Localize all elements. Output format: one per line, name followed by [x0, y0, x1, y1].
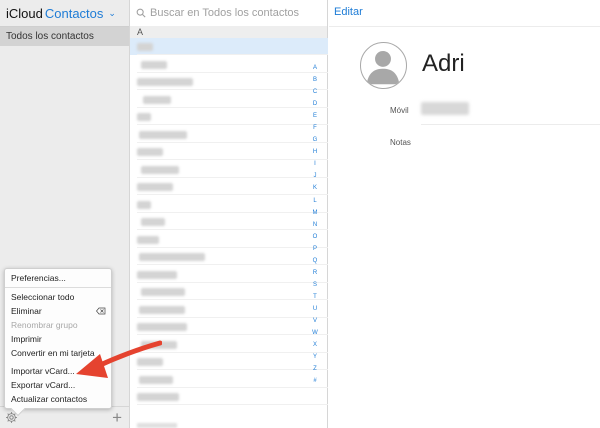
contact-name-redacted	[137, 183, 173, 191]
contact-name-redacted	[137, 200, 151, 209]
index-letter[interactable]: I	[310, 158, 320, 170]
index-letter[interactable]: S	[310, 279, 320, 291]
index-letter[interactable]: #	[310, 375, 320, 387]
contact-row[interactable]	[130, 196, 328, 213]
menu-item-delete-label: Eliminar	[11, 306, 42, 316]
contact-name-redacted	[139, 130, 187, 139]
contact-name-redacted	[139, 253, 205, 261]
index-letter[interactable]: D	[310, 98, 320, 110]
contact-row[interactable]	[130, 248, 328, 265]
contact-name-redacted	[137, 323, 187, 331]
contact-row[interactable]	[130, 91, 328, 108]
contact-name-redacted	[137, 393, 179, 401]
index-letter[interactable]: F	[310, 122, 320, 134]
contact-name-redacted	[137, 78, 193, 86]
delete-key-icon	[96, 307, 106, 315]
contact-name-redacted	[139, 305, 185, 314]
section-header-a: A	[130, 26, 327, 38]
contact-name-redacted	[141, 165, 179, 174]
contact-row-partial	[137, 423, 177, 428]
menu-item-select-all[interactable]: Seleccionar todo	[5, 290, 111, 304]
index-letter[interactable]: B	[310, 74, 320, 86]
index-letter[interactable]: U	[310, 303, 320, 315]
contact-row[interactable]	[130, 231, 328, 248]
index-letter[interactable]: M	[310, 207, 320, 219]
contact-name-redacted	[137, 113, 151, 121]
index-letter[interactable]: R	[310, 267, 320, 279]
search-icon	[136, 8, 146, 18]
index-letter[interactable]: Z	[310, 363, 320, 375]
index-letter[interactable]: N	[310, 219, 320, 231]
contact-row[interactable]	[130, 283, 328, 300]
index-letter[interactable]: O	[310, 231, 320, 243]
field-divider	[421, 124, 600, 125]
contact-row[interactable]	[130, 108, 328, 125]
index-letter[interactable]: X	[310, 339, 320, 351]
avatar	[360, 42, 407, 89]
search-bar[interactable]: Buscar en Todos los contactos	[130, 0, 327, 26]
menu-item-delete[interactable]: Eliminar	[5, 304, 111, 318]
mobile-value-redacted[interactable]	[421, 102, 469, 115]
contact-name-redacted	[137, 43, 153, 51]
menu-item-rename-group: Renombrar grupo	[11, 320, 78, 330]
contact-row[interactable]	[130, 126, 328, 143]
mobile-label: Móvil	[390, 106, 409, 115]
index-letter[interactable]: J	[310, 170, 320, 182]
index-letter[interactable]: H	[310, 146, 320, 158]
contact-name-redacted	[141, 288, 185, 296]
add-contact-button[interactable]: +	[112, 409, 122, 426]
contact-name-redacted	[137, 270, 177, 279]
contact-name-redacted	[137, 235, 159, 244]
index-letter[interactable]: W	[310, 327, 320, 339]
contact-row[interactable]	[130, 178, 328, 195]
contact-row[interactable]	[130, 388, 328, 405]
index-letter[interactable]: T	[310, 291, 320, 303]
contact-row[interactable]	[130, 266, 328, 283]
contact-name-redacted	[143, 95, 171, 104]
contact-row[interactable]	[130, 161, 328, 178]
index-letter[interactable]: P	[310, 243, 320, 255]
settings-menu: Preferencias... Seleccionar todo Elimina…	[4, 268, 112, 417]
alphabet-index[interactable]: A B C D E F G H I J K L M N O P Q R S T U V W X Y Z #	[310, 62, 320, 387]
index-letter[interactable]: E	[310, 110, 320, 122]
edit-button[interactable]: Editar	[334, 6, 363, 18]
index-letter[interactable]: L	[310, 195, 320, 207]
notes-label: Notas	[390, 138, 411, 147]
index-letter[interactable]: C	[310, 86, 320, 98]
contact-name: Adri	[422, 50, 465, 77]
contact-name-redacted	[141, 218, 165, 226]
chevron-down-icon[interactable]: ⌄	[108, 8, 116, 19]
index-letter[interactable]: G	[310, 134, 320, 146]
search-placeholder: Buscar en Todos los contactos	[150, 7, 299, 19]
contact-row-selected[interactable]	[130, 38, 328, 55]
index-letter[interactable]: V	[310, 315, 320, 327]
menu-item-preferences[interactable]: Preferencias...	[5, 271, 111, 285]
contact-detail: Editar Adri Móvil Notas	[329, 0, 600, 428]
contact-name-redacted	[141, 60, 167, 69]
row-divider	[137, 404, 328, 405]
contact-row[interactable]	[130, 73, 328, 90]
brand-label: iCloud	[6, 5, 43, 21]
group-all-contacts[interactable]: Todos los contactos	[0, 26, 129, 46]
app-switcher[interactable]: Contactos	[45, 6, 104, 21]
menu-divider	[5, 287, 111, 288]
app-header: iCloud Contactos ⌄	[0, 0, 129, 26]
contact-row[interactable]	[130, 56, 328, 73]
annotation-arrow	[76, 340, 162, 378]
contact-row[interactable]	[130, 143, 328, 160]
detail-header-divider	[329, 26, 600, 27]
person-silhouette-icon	[366, 50, 400, 85]
index-letter[interactable]: Q	[310, 255, 320, 267]
index-letter[interactable]: A	[310, 62, 320, 74]
icloud-contacts-window: iCloud Contactos ⌄ Todos los contactos +…	[0, 0, 600, 428]
contact-row[interactable]	[130, 318, 328, 335]
contact-row[interactable]	[130, 301, 328, 318]
contact-name-redacted	[137, 148, 163, 156]
index-letter[interactable]: Y	[310, 351, 320, 363]
index-letter[interactable]: K	[310, 182, 320, 194]
contact-row[interactable]	[130, 213, 328, 230]
